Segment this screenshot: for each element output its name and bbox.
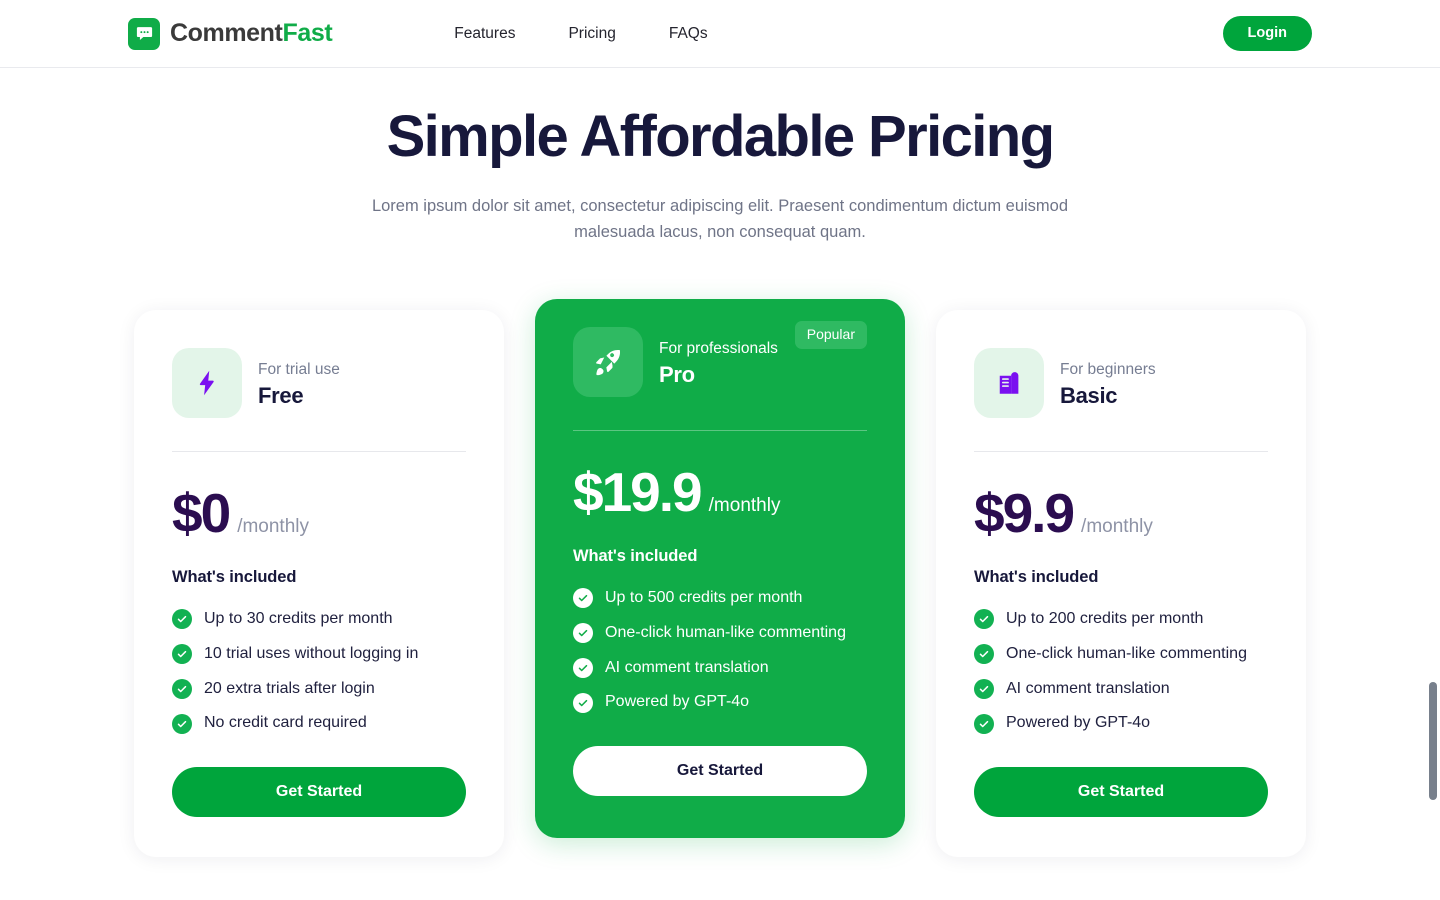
price-amount: $19.9: [573, 461, 703, 524]
rocket-icon: [573, 327, 643, 398]
check-circle-icon: [573, 658, 593, 679]
check-circle-icon: [974, 609, 994, 630]
page-title: Simple Affordable Pricing: [386, 104, 1055, 169]
scrollbar-thumb[interactable]: [1429, 682, 1437, 800]
check-circle-icon: [974, 713, 994, 734]
page-subtitle: Lorem ipsum dolor sit amet, consectetur …: [371, 196, 1069, 242]
feature-text: Up to 30 credits per month: [204, 610, 393, 628]
list-item: Up to 30 credits per month: [172, 609, 466, 630]
feature-list: Up to 30 credits per month 10 trial uses…: [172, 609, 466, 734]
office-building-icon: [974, 348, 1044, 419]
divider: [573, 430, 867, 432]
list-item: Powered by GPT-4o: [573, 692, 867, 713]
feature-text: 10 trial uses without logging in: [204, 644, 419, 662]
price-amount: $0: [172, 482, 231, 545]
plan-kicker: For trial use: [258, 360, 340, 378]
page-scrollbar[interactable]: [1425, 0, 1440, 900]
check-circle-icon: [172, 679, 192, 700]
list-item: 20 extra trials after login: [172, 679, 466, 700]
plan-titles: For trial use Free: [258, 358, 340, 409]
plan-titles: For professionals Pro: [659, 337, 778, 388]
included-label: What's included: [172, 568, 297, 587]
feature-text: AI comment translation: [1006, 679, 1170, 697]
price-period: /monthly: [237, 516, 309, 538]
feature-text: One-click human-like commenting: [605, 623, 846, 641]
list-item: One-click human-like commenting: [974, 644, 1268, 665]
check-circle-icon: [974, 644, 994, 665]
check-circle-icon: [172, 644, 192, 665]
price-row: $9.9 /monthly: [974, 486, 1268, 541]
feature-text: One-click human-like commenting: [1006, 644, 1247, 662]
plan-card-free: For trial use Free $0 /monthly What's in…: [134, 310, 504, 858]
feature-text: Powered by GPT-4o: [605, 693, 750, 711]
plan-header: For beginners Basic: [974, 348, 1268, 419]
plan-kicker: For professionals: [659, 339, 778, 357]
plan-name: Basic: [1060, 382, 1118, 408]
get-started-button[interactable]: Get Started: [172, 767, 466, 818]
check-circle-icon: [573, 588, 593, 609]
plan-card-basic: For beginners Basic $9.9 /monthly What's…: [936, 310, 1306, 858]
brand-name-primary: Comment: [170, 19, 283, 47]
price-period: /monthly: [1081, 516, 1153, 538]
price-row: $19.9 /monthly: [573, 465, 867, 520]
nav-item-pricing[interactable]: Pricing: [568, 25, 615, 43]
list-item: No credit card required: [172, 713, 466, 734]
plan-name: Free: [258, 382, 304, 408]
plan-kicker: For beginners: [1060, 360, 1156, 378]
site-header: CommentFast Features Pricing FAQs Login: [0, 0, 1440, 68]
included-label: What's included: [573, 547, 698, 566]
divider: [172, 451, 466, 453]
check-circle-icon: [172, 713, 192, 734]
check-circle-icon: [172, 609, 192, 630]
speech-bubble-icon: [128, 17, 160, 50]
price-period: /monthly: [708, 495, 781, 517]
price-amount: $9.9: [974, 482, 1075, 545]
pricing-plans: For trial use Free $0 /monthly What's in…: [128, 299, 1312, 858]
plan-name: Pro: [659, 361, 695, 387]
main-navigation: Features Pricing FAQs: [454, 25, 707, 43]
plan-header: For trial use Free: [172, 348, 466, 419]
list-item: AI comment translation: [573, 658, 867, 679]
feature-text: Up to 500 credits per month: [605, 589, 803, 607]
feature-text: 20 extra trials after login: [204, 679, 375, 697]
list-item: 10 trial uses without logging in: [172, 644, 466, 665]
header-actions: Login: [1222, 16, 1312, 51]
feature-text: Powered by GPT-4o: [1006, 714, 1151, 732]
status-badge: Popular: [794, 321, 867, 349]
list-item: Up to 500 credits per month: [573, 588, 867, 609]
check-circle-icon: [573, 623, 593, 644]
feature-text: AI comment translation: [605, 658, 769, 676]
feature-list: Up to 500 credits per month One-click hu…: [573, 588, 867, 713]
lightning-bolt-icon: [172, 348, 242, 419]
list-item: AI comment translation: [974, 679, 1268, 700]
plan-titles: For beginners Basic: [1060, 358, 1156, 409]
check-circle-icon: [974, 679, 994, 700]
brand-logo[interactable]: CommentFast: [128, 17, 333, 50]
nav-item-features[interactable]: Features: [454, 25, 515, 43]
brand-name: CommentFast: [170, 19, 333, 48]
feature-text: No credit card required: [204, 714, 367, 732]
list-item: One-click human-like commenting: [573, 623, 867, 644]
check-circle-icon: [573, 692, 593, 713]
nav-item-faqs[interactable]: FAQs: [669, 25, 708, 43]
feature-text: Up to 200 credits per month: [1006, 610, 1204, 628]
plan-card-pro: Popular For professionals Pro $19.9 /mon…: [535, 299, 905, 839]
list-item: Powered by GPT-4o: [974, 713, 1268, 734]
brand-name-accent: Fast: [282, 19, 333, 47]
get-started-button[interactable]: Get Started: [974, 767, 1268, 818]
divider: [974, 451, 1268, 453]
included-label: What's included: [974, 568, 1099, 587]
list-item: Up to 200 credits per month: [974, 609, 1268, 630]
login-button[interactable]: Login: [1222, 16, 1312, 51]
feature-list: Up to 200 credits per month One-click hu…: [974, 609, 1268, 734]
get-started-button[interactable]: Get Started: [573, 746, 867, 797]
price-row: $0 /monthly: [172, 486, 466, 541]
hero-section: Simple Affordable Pricing Lorem ipsum do…: [0, 68, 1440, 246]
